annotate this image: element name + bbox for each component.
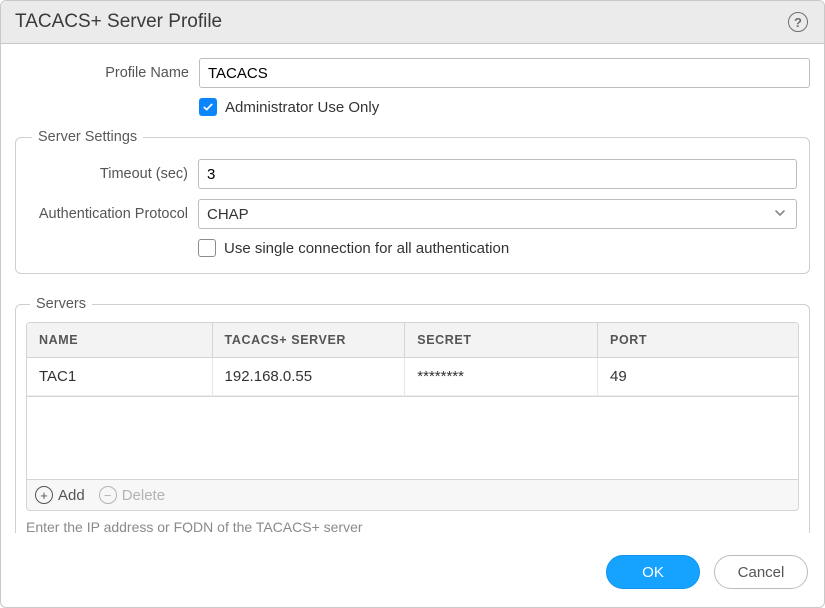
add-label: Add bbox=[58, 487, 85, 504]
table-empty-space bbox=[26, 397, 799, 479]
servers-group: Servers NAME TACACS+ SERVER SECRET bbox=[15, 296, 810, 533]
delete-server-button[interactable]: − Delete bbox=[99, 486, 165, 504]
auth-protocol-value: CHAP bbox=[207, 206, 774, 223]
tacacs-server-profile-dialog: TACACS+ Server Profile ? Profile Name Ad… bbox=[0, 0, 825, 608]
auth-protocol-label: Authentication Protocol bbox=[28, 206, 198, 222]
checkbox-empty-icon bbox=[198, 239, 216, 257]
plus-circle-icon: + bbox=[35, 486, 53, 504]
admin-use-only-checkbox[interactable]: Administrator Use Only bbox=[199, 98, 379, 116]
chevron-down-icon bbox=[774, 207, 786, 222]
servers-table: NAME TACACS+ SERVER SECRET PORT TAC1 192… bbox=[26, 322, 799, 397]
admin-use-only-label: Administrator Use Only bbox=[225, 99, 379, 116]
profile-name-input[interactable] bbox=[199, 58, 810, 88]
cell-server: 192.168.0.55 bbox=[212, 358, 405, 396]
checkmark-icon bbox=[199, 98, 217, 116]
timeout-input[interactable] bbox=[198, 159, 797, 189]
delete-label: Delete bbox=[122, 487, 165, 504]
add-server-button[interactable]: + Add bbox=[35, 486, 85, 504]
minus-circle-icon: − bbox=[99, 486, 117, 504]
col-header-name[interactable]: NAME bbox=[27, 323, 212, 358]
cancel-button[interactable]: Cancel bbox=[714, 555, 808, 589]
help-icon[interactable]: ? bbox=[788, 12, 808, 32]
servers-toolbar: + Add − Delete bbox=[26, 479, 799, 511]
col-header-server[interactable]: TACACS+ SERVER bbox=[212, 323, 405, 358]
profile-name-label: Profile Name bbox=[15, 65, 199, 81]
cell-secret: ******** bbox=[405, 358, 598, 396]
single-connection-label: Use single connection for all authentica… bbox=[224, 240, 509, 257]
ok-button[interactable]: OK bbox=[606, 555, 700, 589]
server-settings-legend: Server Settings bbox=[32, 129, 143, 145]
col-header-secret[interactable]: SECRET bbox=[405, 323, 598, 358]
cell-name: TAC1 bbox=[27, 358, 212, 396]
server-settings-group: Server Settings Timeout (sec) Authentica… bbox=[15, 129, 810, 274]
timeout-label: Timeout (sec) bbox=[28, 166, 198, 182]
servers-help-text: Enter the IP address or FQDN of the TACA… bbox=[26, 519, 799, 533]
dialog-title: TACACS+ Server Profile bbox=[15, 11, 788, 33]
cell-port: 49 bbox=[598, 358, 798, 396]
dialog-footer: OK Cancel bbox=[1, 533, 824, 607]
dialog-titlebar: TACACS+ Server Profile ? bbox=[1, 1, 824, 44]
single-connection-checkbox[interactable]: Use single connection for all authentica… bbox=[198, 239, 509, 257]
table-row[interactable]: TAC1 192.168.0.55 ******** 49 bbox=[27, 358, 798, 396]
servers-legend: Servers bbox=[30, 296, 92, 312]
auth-protocol-select[interactable]: CHAP bbox=[198, 199, 797, 229]
col-header-port[interactable]: PORT bbox=[598, 323, 798, 358]
